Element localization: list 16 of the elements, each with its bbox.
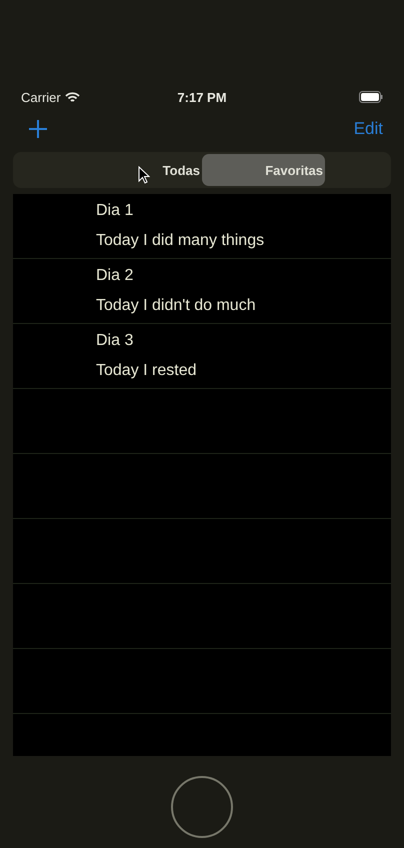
add-icon[interactable] bbox=[29, 120, 47, 138]
entry-text: Today I didn't do much bbox=[96, 297, 257, 315]
entry-text: Today I rested bbox=[96, 362, 198, 380]
segment-tab[interactable]: Todas bbox=[79, 154, 202, 186]
home-button[interactable] bbox=[171, 776, 233, 838]
entry-title: Dia 2 bbox=[96, 267, 134, 285]
entry-text: Today I did many things bbox=[96, 232, 266, 250]
segment-tab[interactable]: Favoritas bbox=[202, 154, 325, 186]
battery-icon bbox=[359, 91, 383, 103]
cursor-icon bbox=[138, 166, 150, 184]
edit-button[interactable]: Edit bbox=[354, 119, 383, 139]
status-time: 7:17 PM bbox=[177, 90, 227, 104]
carrier-label: Carrier bbox=[21, 90, 61, 104]
entry-title: Dia 1 bbox=[96, 202, 134, 220]
wifi-icon bbox=[64, 92, 80, 102]
entry-title: Dia 3 bbox=[96, 332, 134, 350]
